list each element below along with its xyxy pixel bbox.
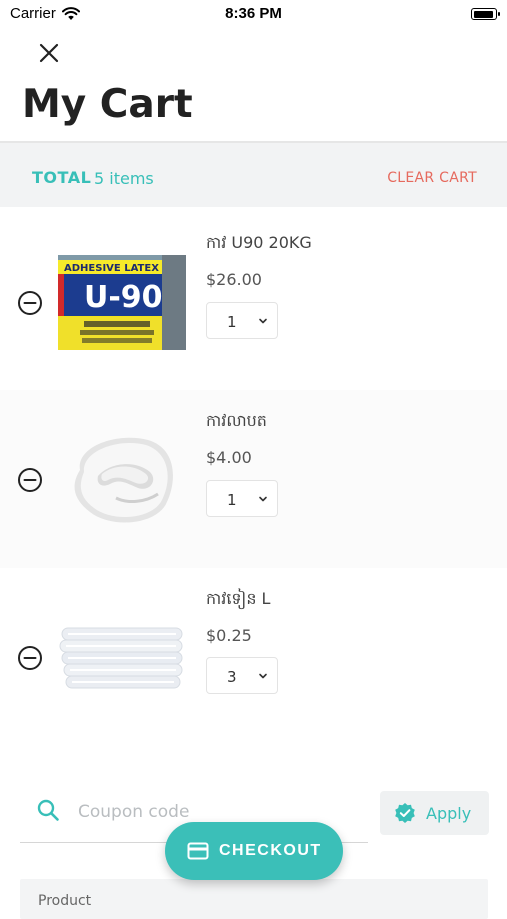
cart-item: កាវលាបត $4.00 1 — [0, 390, 507, 568]
remove-item-icon[interactable] — [17, 290, 43, 316]
item-name[interactable]: កាវទៀន L — [206, 588, 270, 612]
adhesive-bucket-graphic: U-90 ADHESIVE LATEX — [58, 255, 186, 350]
quantity-value: 1 — [227, 491, 237, 509]
item-count: 5 items — [94, 169, 154, 188]
close-icon[interactable] — [36, 40, 62, 66]
quantity-value: 1 — [227, 313, 237, 331]
quantity-select[interactable]: 1 — [206, 480, 278, 517]
quantity-value: 3 — [227, 668, 237, 686]
checkout-label: CHECKOUT — [219, 842, 322, 859]
quantity-select[interactable]: 3 — [206, 657, 278, 694]
quantity-select[interactable]: 1 — [206, 302, 278, 339]
battery-icon — [471, 8, 500, 20]
cart-summary-bar: TOTAL 5 items CLEAR CART — [0, 143, 507, 207]
verified-badge-icon — [395, 803, 415, 823]
page-title: My Cart — [22, 82, 193, 127]
item-name[interactable]: កាវលាបត — [206, 410, 267, 434]
item-price: $26.00 — [206, 270, 262, 289]
remove-item-icon[interactable] — [17, 645, 43, 671]
order-summary: Product — [20, 879, 488, 919]
total-label: TOTAL — [32, 168, 92, 187]
clear-cart-button[interactable]: CLEAR CART — [387, 170, 477, 186]
summary-text: Product — [38, 893, 92, 909]
chevron-down-icon — [259, 318, 267, 324]
cart-item: U-90 ADHESIVE LATEX កាវ U90 20KG $26.00 … — [0, 212, 507, 390]
glue-sticks-image — [58, 608, 186, 703]
item-name[interactable]: កាវ U90 20KG — [206, 232, 312, 256]
glue-sticks-graphic — [58, 608, 186, 703]
apply-coupon-button[interactable]: Apply — [380, 791, 489, 835]
status-time: 8:36 PM — [225, 5, 282, 22]
apply-label: Apply — [426, 804, 472, 823]
cart-item: កាវទៀន L $0.25 3 — [0, 568, 507, 746]
item-price: $4.00 — [206, 448, 252, 467]
white-paste-graphic — [58, 428, 186, 523]
white-paste-image — [58, 428, 186, 523]
svg-text:U-90: U-90 — [84, 280, 163, 315]
remove-item-icon[interactable] — [17, 467, 43, 493]
svg-text:ADHESIVE LATEX: ADHESIVE LATEX — [64, 263, 159, 274]
chevron-down-icon — [259, 496, 267, 502]
status-bar: Carrier 8:36 PM — [0, 0, 507, 28]
adhesive-bucket-image: U-90 ADHESIVE LATEX — [58, 255, 186, 350]
chevron-down-icon — [259, 673, 267, 679]
credit-card-icon — [187, 842, 209, 860]
item-price: $0.25 — [206, 626, 252, 645]
battery-level — [473, 10, 493, 18]
search-icon — [37, 799, 59, 821]
checkout-button[interactable]: CHECKOUT — [165, 822, 343, 880]
